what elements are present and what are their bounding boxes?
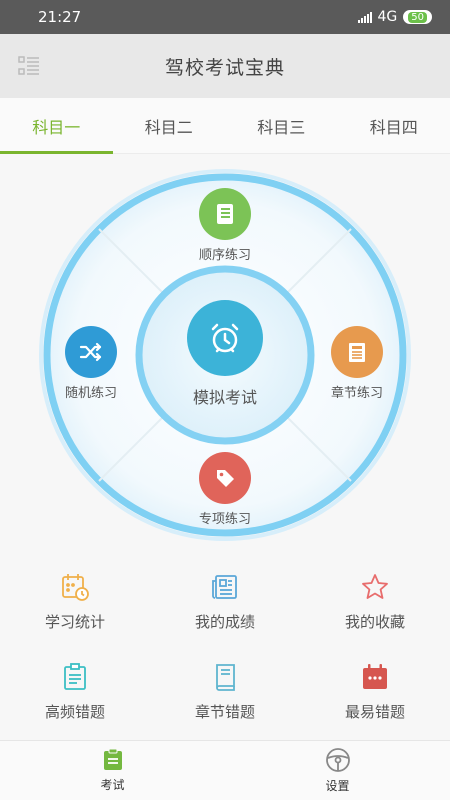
- network-type: 4G: [377, 9, 398, 25]
- exam-icon: [103, 748, 122, 770]
- error-prone-questions-label: 最易错题: [344, 702, 405, 721]
- sequential-practice-label: 顺序练习: [198, 248, 251, 263]
- battery-icon: 50: [403, 10, 432, 24]
- status-right: 4G 50: [357, 9, 432, 25]
- tab-subject-1[interactable]: 科目一: [0, 98, 113, 154]
- bottom-nav: 考试 设置: [0, 740, 450, 800]
- tag-icon: [199, 452, 251, 504]
- chapter-practice-button[interactable]: 章节练习: [322, 326, 392, 401]
- calendar-clock-icon: [62, 573, 89, 601]
- steering-wheel-icon: [325, 748, 350, 772]
- notebook-icon: [199, 188, 251, 240]
- status-time: 21:27: [38, 8, 82, 26]
- chapter-mistakes-label: 章节错题: [194, 702, 255, 721]
- study-stats-button[interactable]: 学习统计: [0, 556, 150, 646]
- my-favorites-label: 我的收藏: [344, 612, 405, 631]
- shuffle-icon: [65, 326, 117, 378]
- tab-subject-4[interactable]: 科目四: [338, 98, 450, 153]
- status-bar: 21:27 4G 50: [0, 0, 450, 34]
- study-stats-label: 学习统计: [44, 612, 105, 631]
- book-icon: [216, 663, 235, 691]
- page-title: 驾校考试宝典: [164, 56, 285, 79]
- clipboard-icon: [64, 662, 86, 690]
- special-practice-button[interactable]: 专项练习: [190, 452, 260, 527]
- signal-icon: [357, 11, 372, 23]
- my-scores-button[interactable]: 我的成绩: [150, 556, 300, 646]
- frequent-mistakes-button[interactable]: 高频错题: [0, 646, 150, 736]
- my-scores-label: 我的成绩: [194, 612, 255, 631]
- subject-tabs: 科目一 科目二 科目三 科目四: [0, 98, 450, 154]
- feature-grid: 学习统计 我的成绩 我的收藏 高频错题 章节错题 最易错题: [0, 556, 450, 738]
- random-practice-label: 随机练习: [64, 386, 117, 401]
- tab-subject-3[interactable]: 科目三: [225, 98, 338, 153]
- nav-exam[interactable]: 考试: [0, 741, 225, 800]
- mock-exam-button[interactable]: 模拟考试: [166, 300, 284, 418]
- calendar-icon: [363, 663, 387, 689]
- random-practice-button[interactable]: 随机练习: [56, 326, 126, 401]
- frequent-mistakes-label: 高频错题: [44, 702, 105, 721]
- star-icon: [362, 573, 388, 599]
- battery-level: 50: [408, 11, 427, 23]
- practice-wheel: 顺序练习 随机练习 章节练习 专项练习 模拟考试: [0, 160, 450, 550]
- newspaper-icon: [212, 574, 237, 599]
- nav-exam-label: 考试: [100, 778, 125, 792]
- app-header: 驾校考试宝典: [0, 34, 450, 98]
- my-favorites-button[interactable]: 我的收藏: [300, 556, 450, 646]
- chapter-mistakes-button[interactable]: 章节错题: [150, 646, 300, 736]
- mock-exam-label: 模拟考试: [192, 388, 257, 407]
- chapter-practice-label: 章节练习: [330, 386, 383, 401]
- special-practice-label: 专项练习: [198, 512, 251, 527]
- menu-icon[interactable]: [18, 55, 40, 77]
- error-prone-questions-button[interactable]: 最易错题: [300, 646, 450, 736]
- tab-subject-2[interactable]: 科目二: [113, 98, 226, 153]
- nav-settings[interactable]: 设置: [225, 741, 450, 800]
- nav-settings-label: 设置: [325, 779, 350, 793]
- document-icon: [331, 326, 383, 378]
- alarm-clock-icon: [187, 300, 263, 376]
- sequential-practice-button[interactable]: 顺序练习: [190, 188, 260, 263]
